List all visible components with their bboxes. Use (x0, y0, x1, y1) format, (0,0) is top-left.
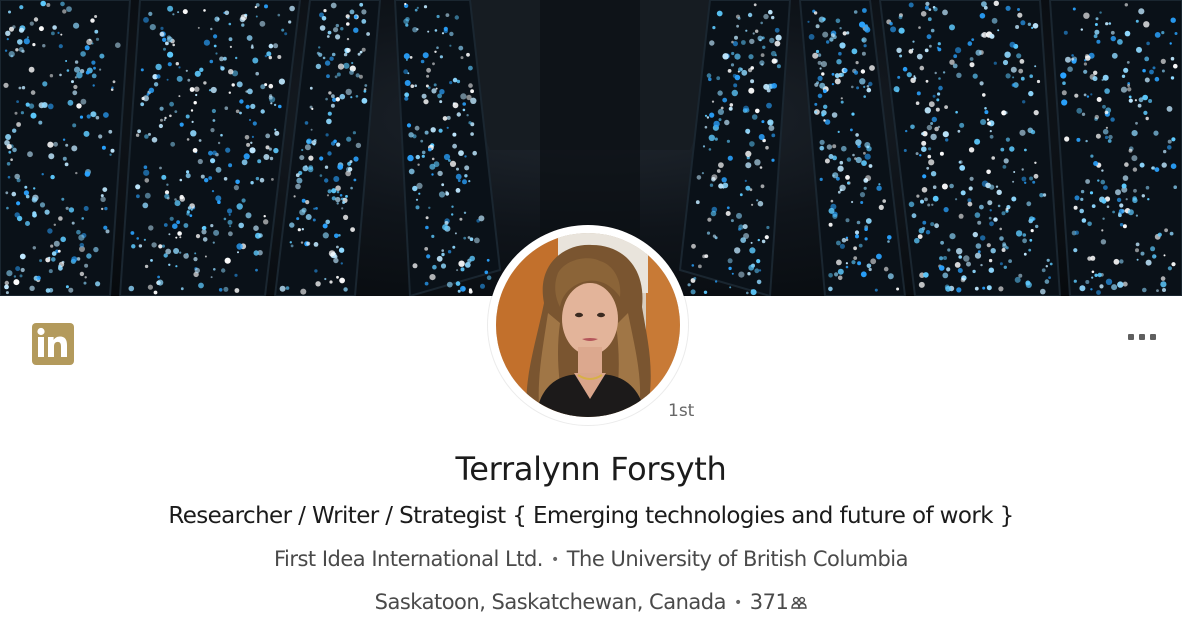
connections-link[interactable]: 371 (750, 590, 808, 614)
more-options-button[interactable] (1122, 324, 1162, 350)
connection-degree: 1st (668, 401, 695, 421)
more-horizontal-icon (1128, 334, 1134, 340)
profile-location-line: Saskatoon, Saskatchewan, Canada • 371 (0, 590, 1182, 615)
school-link[interactable]: The University of British Columbia (567, 547, 909, 571)
separator: • (733, 595, 742, 611)
linkedin-logo-icon[interactable] (32, 323, 74, 365)
profile-photo[interactable] (488, 225, 688, 425)
profile-affiliations: First Idea International Ltd. • The Univer… (0, 547, 1182, 571)
profile-headline: Researcher / Writer / Strategist { Emerg… (168, 503, 1014, 529)
connections-count: 371 (749, 590, 789, 614)
company-link[interactable]: First Idea International Ltd. (274, 547, 544, 571)
profile-location: Saskatoon, Saskatchewan, Canada (374, 590, 727, 614)
separator: • (550, 552, 559, 568)
avatar (496, 233, 680, 417)
profile-name: Terralynn Forsyth (455, 450, 727, 488)
people-icon (791, 591, 808, 615)
